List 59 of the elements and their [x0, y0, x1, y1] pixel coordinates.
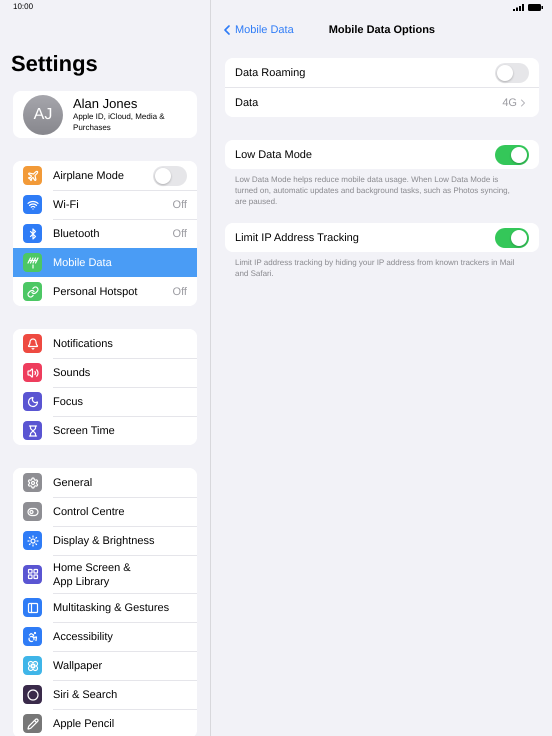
option-label: Low Data Mode — [235, 148, 314, 162]
speaker-icon — [23, 363, 42, 382]
item-label: Focus — [53, 395, 84, 409]
accessibility-icon — [23, 627, 42, 646]
item-label: Wallpaper — [53, 659, 104, 673]
sun-icon — [23, 531, 42, 550]
item-label: Sounds — [53, 366, 92, 380]
flower-icon — [23, 656, 42, 675]
gear-icon — [23, 473, 42, 492]
item-label: Mobile Data — [53, 256, 113, 270]
toggle-icon — [23, 502, 42, 521]
profile-card[interactable]: AJ Alan Jones Apple ID, iCloud, Media & Purchases — [13, 91, 197, 138]
item-label: Apple Pencil — [53, 717, 116, 731]
item-label: Display & Brightness — [53, 534, 156, 548]
profile-name: Alan Jones — [73, 96, 138, 111]
bell-icon — [23, 334, 42, 353]
back-link[interactable]: Mobile Data — [219, 22, 294, 38]
item-label: General — [53, 476, 94, 490]
item-value: Off — [172, 199, 187, 211]
wifi-icon — [23, 195, 42, 214]
settings-title: Settings — [11, 51, 99, 77]
option-label: Data Roaming — [235, 66, 306, 80]
item-label: Bluetooth — [53, 227, 100, 241]
toggle-switch[interactable] — [495, 62, 529, 82]
signal-icon — [513, 4, 524, 10]
option-label: Data — [235, 96, 260, 110]
item-label: Home Screen & App Library — [53, 560, 132, 588]
item-value: Off — [172, 228, 187, 240]
pencil-icon — [23, 714, 42, 733]
battery-icon — [528, 4, 543, 10]
hourglass-icon — [23, 421, 42, 440]
link-icon — [23, 282, 42, 301]
page-title: Mobile Data Options — [328, 24, 436, 36]
toggle-switch[interactable] — [495, 144, 529, 164]
item-label: Control Centre — [53, 505, 126, 519]
airplane-icon — [23, 166, 42, 185]
item-label: Multitasking & Gestures — [53, 601, 170, 615]
item-label: Wi-Fi — [53, 198, 80, 212]
item-label: Notifications — [53, 336, 114, 350]
antenna-icon — [23, 253, 42, 272]
panel-icon — [23, 598, 42, 617]
item-label: Personal Hotspot — [53, 284, 138, 298]
avatar: AJ — [23, 94, 63, 134]
item-label: Screen Time — [53, 424, 116, 438]
item-label: Airplane Mode — [53, 168, 125, 182]
toggle-switch[interactable] — [495, 228, 529, 248]
item-label: Siri & Search — [53, 688, 118, 702]
item-value: Off — [172, 286, 187, 298]
status-time: 10:00 — [13, 2, 34, 11]
section-footer: Low Data Mode helps reduce mobile data usage. When Low Data Mode is turned on, automatic updates and background tasks, such as Photos syncing, are paused. — [235, 174, 517, 207]
item-label: Accessibility — [53, 630, 114, 644]
toggle-switch[interactable] — [153, 166, 187, 186]
profile-subtitle: Apple ID, iCloud, Media & Purchases — [73, 111, 166, 133]
bluetooth-icon — [23, 224, 42, 243]
option-value: 4G — [502, 96, 517, 108]
section-footer: Limit IP address tracking by hiding your IP address from known trackers in Mail and Safari. — [235, 257, 517, 279]
option-label: Limit IP Address Tracking — [235, 230, 360, 244]
moon-icon — [23, 392, 42, 411]
grid-icon — [23, 564, 42, 584]
